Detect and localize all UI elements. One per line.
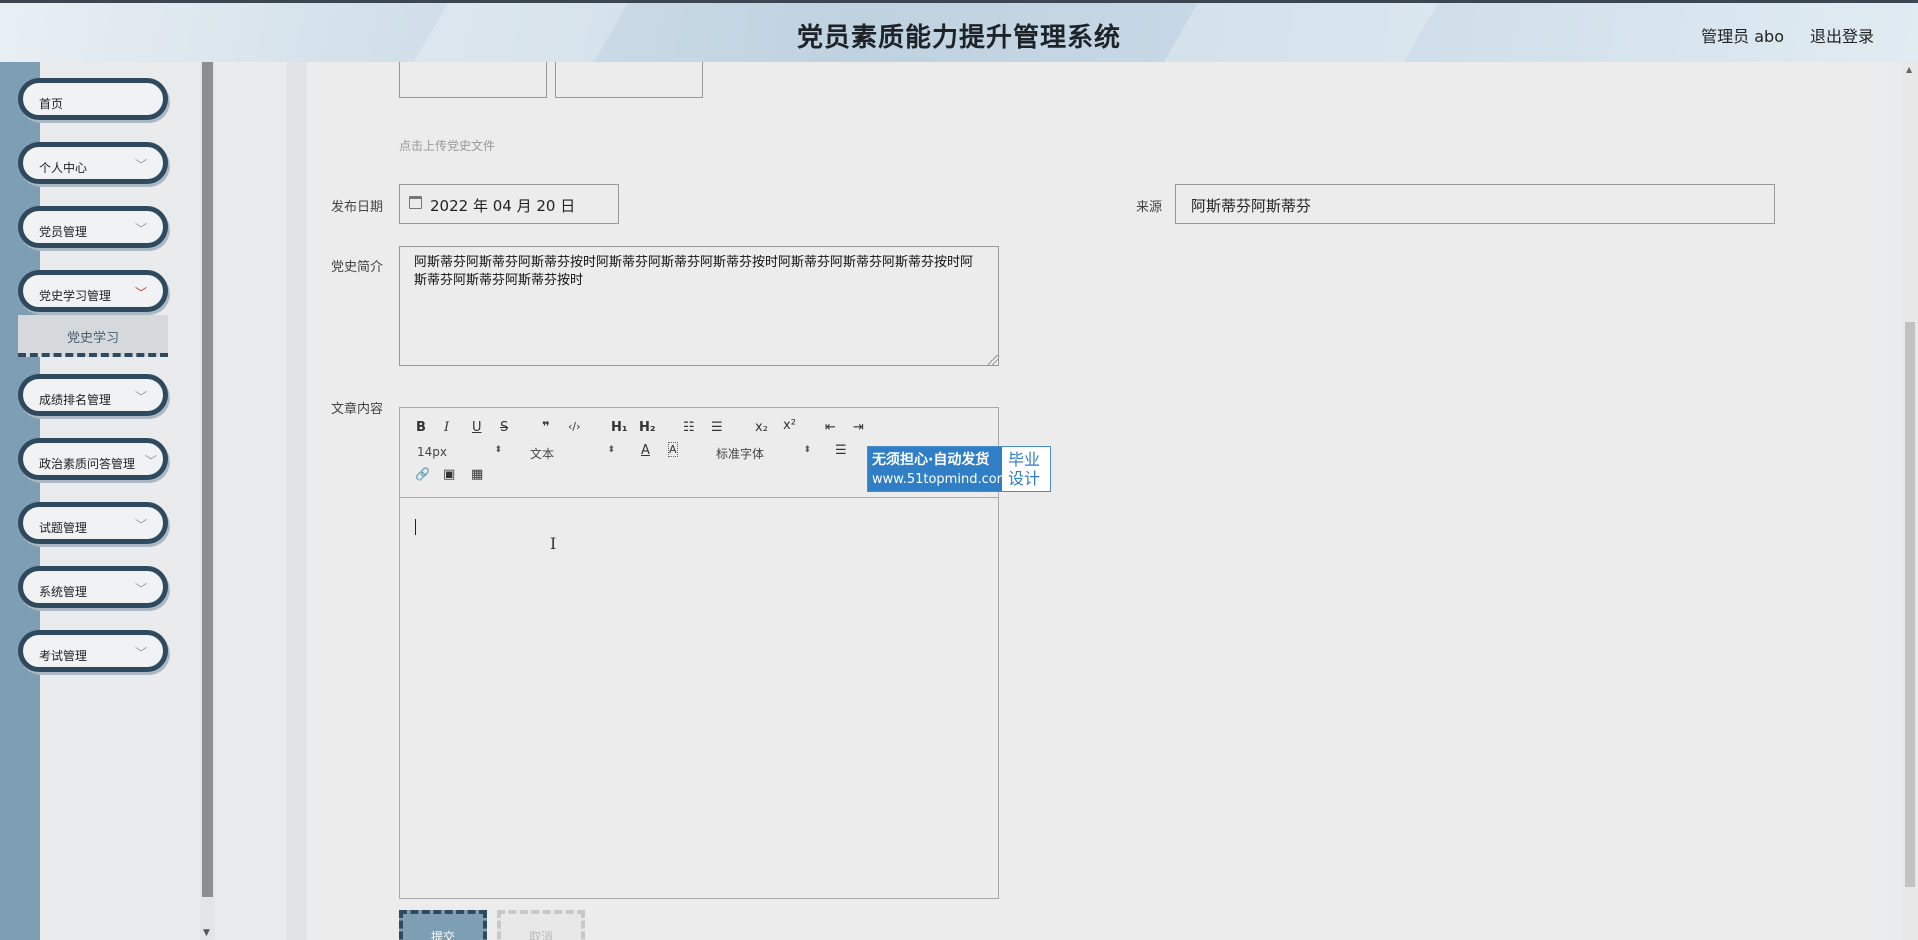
font-family-select[interactable]: 标准字体 ⬍ (716, 445, 811, 462)
quote-icon[interactable]: ❞ (542, 420, 550, 435)
outdent-icon[interactable]: ⇤ (825, 420, 836, 435)
sidebar-item-home[interactable]: 首页 (18, 78, 168, 120)
italic-button[interactable]: I (444, 420, 449, 435)
page-title: 党员素质能力提升管理系统 (796, 23, 1121, 53)
heading-2-button[interactable]: H₂ (639, 420, 656, 435)
select-arrows-icon: ⬍ (607, 445, 615, 455)
select-arrows-icon: ⬍ (803, 445, 811, 455)
watermark-right: 毕业 设计 (1002, 447, 1050, 491)
publish-date-picker[interactable]: 2022 年 04 月 20 日 (399, 184, 619, 224)
watermark-left: 无须担心·自动发货 www.51topmind.com (868, 447, 1010, 491)
link-icon[interactable]: 🔗 (415, 467, 430, 481)
source-label: 来源 (1136, 200, 1163, 215)
sidebar: 首页 个人中心 ﹀ 党员管理 ﹀ 党史学习管理 ﹀ 党史学习 成绩排名管理 ﹀ … (0, 62, 215, 940)
background-color-icon[interactable]: A (668, 442, 678, 457)
page-scrollbar[interactable]: ▲ (1902, 62, 1918, 940)
sidebar-item-score-ranking[interactable]: 成绩排名管理 ﹀ (18, 374, 168, 416)
watermark-tag-2: 设计 (1008, 469, 1041, 488)
font-size-select[interactable]: 14px ⬍ (417, 445, 502, 459)
chevron-down-icon: ﹀ (134, 582, 147, 596)
scroll-down-arrow-icon[interactable]: ▼ (203, 928, 210, 938)
chevron-down-icon: ﹀ (134, 646, 147, 660)
sidebar-item-exam-management[interactable]: 考试管理 ﹀ (18, 630, 168, 672)
code-icon[interactable]: ‹/› (568, 420, 581, 433)
resize-handle-icon[interactable] (988, 355, 998, 365)
sidebar-item-personal-center[interactable]: 个人中心 ﹀ (18, 142, 168, 184)
bullet-list-icon[interactable]: ☰ (711, 420, 723, 435)
chevron-down-icon: ﹀ (134, 222, 147, 236)
sidebar-item-label: 党史学习管理 (39, 289, 112, 303)
font-size-value: 14px (417, 445, 447, 459)
app-header: 党员素质能力提升管理系统 管理员 abo 退出登录 (0, 0, 1918, 62)
underline-button[interactable]: U (472, 420, 482, 435)
sidebar-scrollbar[interactable]: ▼ (200, 62, 215, 940)
watermark-url: www.51topmind.com (872, 472, 1010, 487)
sidebar-rail (0, 62, 40, 940)
submit-button[interactable]: 提交 (399, 910, 487, 940)
chevron-down-icon: ﹀ (134, 158, 147, 172)
source-input[interactable]: 阿斯蒂芬阿斯蒂芬 (1175, 184, 1775, 224)
summary-textarea[interactable]: 阿斯蒂芬阿斯蒂芬阿斯蒂芬按时阿斯蒂芬阿斯蒂芬阿斯蒂芬按时阿斯蒂芬阿斯蒂芬阿斯蒂芬… (399, 246, 999, 366)
sidebar-item-political-qa[interactable]: 政治素质问答管理 ﹀ (18, 438, 168, 480)
uploaded-file-thumbnail[interactable] (399, 62, 547, 98)
text-color-icon[interactable]: A (641, 443, 650, 458)
submenu-party-history-study[interactable]: 党史学习 (18, 315, 168, 357)
calendar-icon (409, 196, 422, 209)
ordered-list-icon[interactable]: ☷ (683, 420, 695, 435)
text-caret (415, 519, 416, 535)
block-format-select[interactable]: 文本 ⬍ (530, 445, 615, 462)
image-icon[interactable]: ▣ (443, 467, 455, 482)
watermark-badge: 无须担心·自动发货 www.51topmind.com 毕业 设计 (867, 446, 1051, 492)
publish-date-value: 2022 年 04 月 20 日 (430, 197, 576, 215)
align-icon[interactable]: ☰ (835, 443, 847, 458)
editor-content-area[interactable]: I (400, 499, 998, 898)
sidebar-item-question-bank[interactable]: 试题管理 ﹀ (18, 502, 168, 544)
ibeam-cursor-icon: I (550, 534, 557, 553)
cancel-button[interactable]: 取消 (497, 910, 585, 940)
summary-label: 党史简介 (331, 260, 384, 275)
select-arrows-icon: ⬍ (494, 445, 502, 455)
indent-icon[interactable]: ⇥ (853, 420, 864, 435)
page-scrollbar-thumb[interactable] (1905, 322, 1915, 887)
source-value: 阿斯蒂芬阿斯蒂芬 (1191, 197, 1312, 215)
sidebar-item-party-history-management[interactable]: 党史学习管理 ﹀ (18, 270, 168, 312)
sidebar-item-label: 党员管理 (39, 225, 88, 239)
upload-hint[interactable]: 点击上传党史文件 (399, 137, 495, 154)
superscript-button[interactable]: x² (783, 418, 796, 433)
sidebar-item-system-management[interactable]: 系统管理 ﹀ (18, 566, 168, 608)
watermark-slogan: 无须担心·自动发货 (872, 452, 990, 468)
sidebar-item-label: 试题管理 (39, 521, 88, 535)
heading-1-button[interactable]: H₁ (611, 420, 628, 435)
subscript-button[interactable]: x₂ (755, 420, 768, 435)
logout-link[interactable]: 退出登录 (1810, 23, 1874, 47)
current-user: 管理员 abo (1701, 27, 1784, 46)
publish-date-label: 发布日期 (331, 200, 384, 215)
sidebar-item-label: 首页 (39, 97, 64, 111)
chevron-down-icon: ﹀ (134, 390, 147, 404)
sidebar-scrollbar-thumb[interactable] (202, 62, 213, 897)
chevron-down-icon: ﹀ (134, 518, 147, 532)
upload-slot[interactable] (555, 62, 703, 98)
sidebar-item-label: 政治素质问答管理 (39, 457, 136, 471)
video-icon[interactable]: ▦ (471, 467, 483, 482)
sidebar-item-label: 系统管理 (39, 585, 88, 599)
font-family-value: 标准字体 (716, 447, 765, 461)
watermark-tag-1: 毕业 (1008, 450, 1041, 469)
content-gutter (215, 62, 287, 940)
bold-button[interactable]: B (416, 420, 426, 435)
block-format-value: 文本 (530, 447, 555, 461)
chevron-down-icon: ﹀ (144, 454, 157, 468)
sidebar-item-label: 考试管理 (39, 649, 88, 663)
sidebar-item-label: 成绩排名管理 (39, 393, 112, 407)
sidebar-item-member-management[interactable]: 党员管理 ﹀ (18, 206, 168, 248)
chevron-down-icon: ﹀ (134, 286, 147, 300)
content-label: 文章内容 (331, 402, 384, 417)
sidebar-item-label: 个人中心 (39, 161, 88, 175)
scroll-up-arrow-icon[interactable]: ▲ (1906, 65, 1912, 74)
strikethrough-button[interactable]: S (500, 420, 508, 435)
